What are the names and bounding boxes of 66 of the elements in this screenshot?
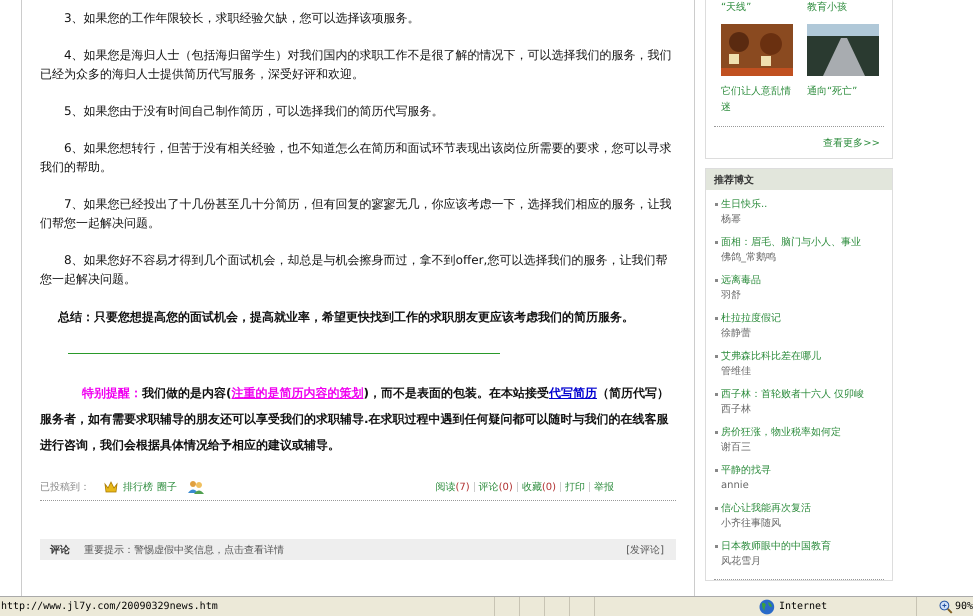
author-link[interactable]: 谢百三 bbox=[721, 440, 841, 455]
author-link[interactable]: 佛鸽_常鹅鸣 bbox=[721, 250, 861, 265]
bullet-icon bbox=[715, 507, 718, 510]
paragraph: 4、如果您是海归人士（包括海归留学生）对我们国内的求职工作不是很了解的情况下，可以选择我们的服务，我们已经为众多的海归人士提供简历代写服务，深受好评和欢迎。 bbox=[40, 47, 673, 83]
post-link[interactable]: 西子林：首轮败者十六人 仅卯峻 bbox=[721, 387, 864, 402]
comment-title: 评论 bbox=[50, 544, 70, 556]
category-link[interactable]: 圈子 bbox=[157, 480, 177, 494]
summary-paragraph: 总结：只要您想提高您的面试机会，提高就业率，希望更快找到工作的求职朋友更应该考虑我们的简历服务。 bbox=[56, 309, 635, 326]
bullet-icon bbox=[715, 355, 718, 358]
author-link[interactable]: 管维佳 bbox=[721, 364, 821, 379]
bullet-icon bbox=[715, 545, 718, 548]
author-link[interactable]: 杨幂 bbox=[721, 212, 768, 227]
post-link[interactable]: 房价狂涨，物业税率如何定 bbox=[721, 425, 841, 440]
paragraph: 7、如果您已经投出了十几份甚至几十分简历，但有回复的寥寥无几，你应该考虑一下，选择我们相应的服务，让我们帮您一起解决问题。 bbox=[40, 196, 673, 232]
bullet-icon bbox=[715, 393, 718, 396]
action-link[interactable]: 打印 bbox=[565, 480, 585, 494]
more-link[interactable]: 查看更多>> bbox=[706, 127, 892, 158]
author-link[interactable]: 西子林 bbox=[721, 402, 864, 417]
photo-placeholder[interactable] bbox=[807, 24, 879, 76]
people-icon bbox=[187, 480, 205, 494]
notice-paragraph: 特别提醒：我们做的是内容(注重的是简历内容的策划)，而不是表面的包装。在本站接受代写简历（简历代写）服务者，如有需要求职辅导的朋友还可以享受我们的求职辅导.在求职过程中遇到任何疑问都可以随时与我们的在线客服进行咨询，我们会根据具体情况给予相应的建议或辅导。 bbox=[40, 385, 670, 454]
action-link[interactable]: 阅读(7) bbox=[435, 480, 470, 494]
action-link[interactable]: 收藏(0) bbox=[522, 480, 556, 494]
action-link[interactable]: 评论(0) bbox=[478, 480, 513, 494]
author-link[interactable]: 小齐往事随风 bbox=[721, 516, 811, 531]
notice-link[interactable]: 注重的是简历内容的策划 bbox=[231, 386, 364, 400]
author-link[interactable]: 徐静蕾 bbox=[721, 326, 781, 341]
status-url: http://www.jl7y.com/20090329news.htm bbox=[0, 601, 219, 612]
post-link[interactable]: 日本教师眼中的中国教育 bbox=[721, 539, 831, 554]
bullet-icon bbox=[715, 241, 718, 244]
post-link[interactable]: 生日快乐.. bbox=[721, 197, 768, 212]
globe-icon bbox=[759, 598, 775, 614]
photo-caption[interactable]: 通向“死亡” bbox=[807, 84, 879, 100]
paragraph: 5、如果您由于没有时间自己制作简历，可以选择我们的简历代写服务。 bbox=[63, 103, 445, 120]
post-link[interactable]: 杜拉拉度假记 bbox=[721, 311, 781, 326]
post-link[interactable]: 艾弗森比科比差在哪儿 bbox=[721, 349, 821, 364]
warning-link[interactable]: 重要提示：警惕虚假中奖信息，点击查看详情 bbox=[84, 542, 284, 556]
bullet-icon bbox=[715, 469, 718, 472]
paragraph: 3、如果您的工作年限较长，求职经验欠缺，您可以选择该项服务。 bbox=[63, 10, 421, 27]
post-comment-link[interactable]: [发评论] bbox=[626, 542, 664, 556]
zone-label: Internet bbox=[778, 601, 828, 612]
photo-caption[interactable]: 教育小孩 bbox=[807, 0, 879, 16]
bullet-icon bbox=[715, 203, 718, 206]
bullet-icon bbox=[715, 279, 718, 282]
photo-caption[interactable]: “天线” bbox=[721, 0, 793, 16]
zoom-level[interactable]: 90% bbox=[954, 601, 973, 612]
photo-placeholder[interactable] bbox=[721, 24, 793, 76]
author-link[interactable]: 羽舒 bbox=[721, 288, 761, 303]
panel-title: 推荐博文 bbox=[714, 174, 754, 186]
bullet-icon bbox=[715, 317, 718, 320]
bullet-icon bbox=[715, 431, 718, 434]
post-link[interactable]: 平静的找寻 bbox=[721, 463, 771, 478]
post-link[interactable]: 信心让我能再次复活 bbox=[721, 501, 811, 516]
category-link[interactable]: 排行榜 bbox=[123, 480, 153, 494]
author-link[interactable]: 风花雪月 bbox=[721, 554, 831, 569]
paragraph: 8、如果您好不容易才得到几个面试机会，却总是与机会擦身而过，拿不到offer,您可以选择我们的服务，让我们帮您一起解决问题。 bbox=[40, 252, 668, 288]
crown-icon bbox=[104, 481, 118, 493]
posted-label: 已投稿到： bbox=[40, 480, 90, 494]
post-link[interactable]: 面相：眉毛、脑门与小人、事业 bbox=[721, 235, 861, 250]
author-link[interactable]: annie bbox=[721, 478, 771, 493]
notice-link[interactable]: 代写简历 bbox=[548, 386, 597, 400]
action-link[interactable]: 举报 bbox=[594, 480, 614, 494]
zoom-icon[interactable] bbox=[939, 600, 953, 614]
post-link[interactable]: 远离毒品 bbox=[721, 273, 761, 288]
photo-caption[interactable]: 它们让人意乱情迷 bbox=[721, 84, 793, 116]
paragraph: 6、如果您想转行，但苦于没有相关经验，也不知道怎么在简历和面试环节表现出该岗位所需要的要求，您可以寻求我们的帮助。 bbox=[40, 140, 673, 176]
